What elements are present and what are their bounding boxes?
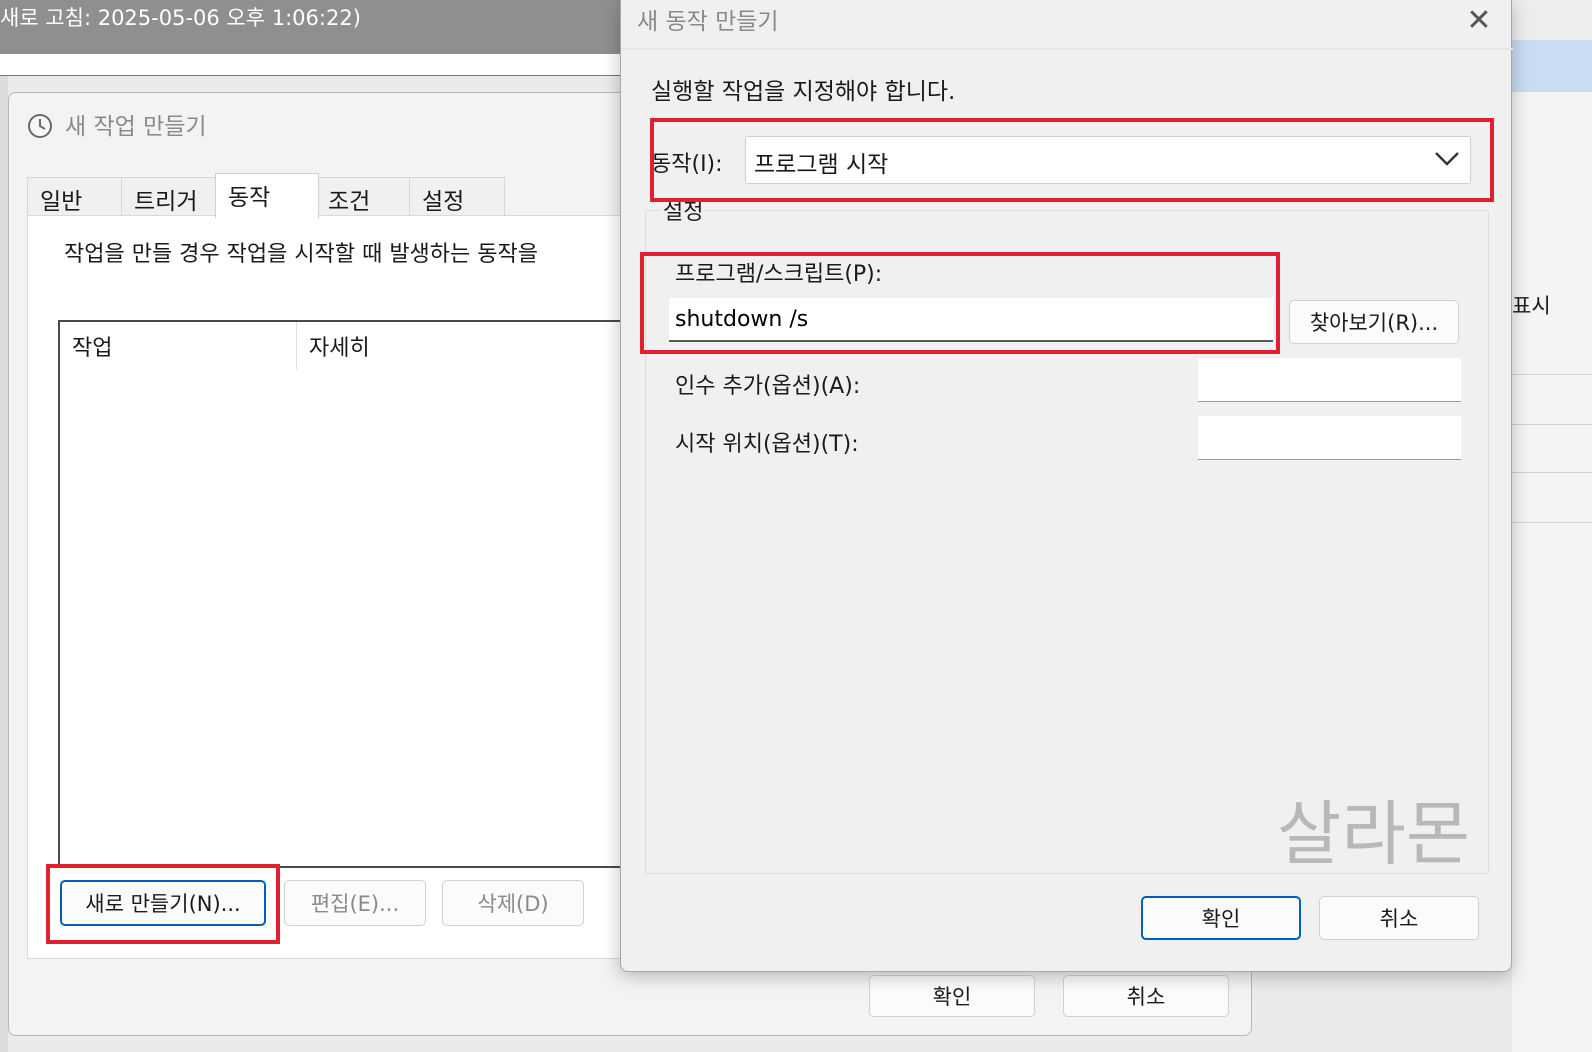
- chevron-down-icon: [1435, 152, 1459, 166]
- task-cancel-button[interactable]: 취소: [1063, 975, 1229, 1017]
- new-action-dialog-title: 새 동작 만들기: [637, 9, 779, 35]
- action-type-label: 동작(I):: [651, 152, 723, 177]
- browse-button[interactable]: 찾아보기(R)...: [1289, 300, 1459, 344]
- action-type-select[interactable]: 프로그램 시작: [745, 136, 1471, 184]
- new-action-dialog: 새 동작 만들기 ✕ 실행할 작업을 지정해야 합니다. 동작(I): 프로그램…: [620, 0, 1513, 972]
- action-type-value: 프로그램 시작: [754, 152, 889, 178]
- background-toolbar-strip: [0, 54, 640, 76]
- column-header-details[interactable]: 자세히: [296, 322, 596, 370]
- tab-triggers[interactable]: 트리거: [121, 177, 217, 217]
- start-in-input[interactable]: [1198, 416, 1461, 460]
- watermark: 살라몬: [1277, 793, 1471, 875]
- column-header-action[interactable]: 작업: [60, 322, 296, 370]
- cancel-button[interactable]: 취소: [1319, 896, 1479, 940]
- background-selected-row: [1512, 40, 1592, 92]
- create-task-dialog-title: 새 작업 만들기: [65, 114, 207, 140]
- new-action-button[interactable]: 새로 만들기(N)...: [60, 880, 266, 926]
- ok-button[interactable]: 확인: [1141, 896, 1301, 940]
- background-window-title: 새로 고침: 2025-05-06 오후 1:06:22): [0, 6, 361, 30]
- background-divider: [1512, 472, 1592, 473]
- action-instruction: 실행할 작업을 지정해야 합니다.: [651, 79, 956, 105]
- background-titlebar: 새로 고침: 2025-05-06 오후 1:06:22): [0, 0, 640, 54]
- tab-actions[interactable]: 동작: [215, 173, 319, 218]
- delete-action-button[interactable]: 삭제(D): [442, 880, 584, 926]
- arguments-label: 인수 추가(옵션)(A):: [675, 374, 861, 399]
- tab-conditions[interactable]: 조건: [315, 177, 411, 217]
- background-divider: [1512, 424, 1592, 425]
- background-left-edge: [0, 76, 8, 1052]
- actions-description: 작업을 만들 경우 작업을 시작할 때 발생하는 동작을: [64, 242, 538, 267]
- clock-icon: [28, 114, 52, 138]
- header-separator: [621, 48, 1513, 50]
- program-script-input[interactable]: [669, 298, 1273, 342]
- background-right-pane: 표시: [1512, 0, 1592, 1052]
- background-divider: [1512, 374, 1592, 375]
- tab-general[interactable]: 일반: [27, 177, 123, 217]
- tab-settings[interactable]: 설정: [409, 177, 505, 217]
- background-right-label: 표시: [1512, 294, 1551, 318]
- task-tab-bar: 일반 트리거 동작 조건 설정: [27, 173, 637, 218]
- start-in-label: 시작 위치(옵션)(T):: [675, 432, 859, 457]
- program-script-label: 프로그램/스크립트(P):: [675, 262, 883, 287]
- arguments-input[interactable]: [1198, 358, 1461, 402]
- edit-action-button[interactable]: 편집(E)...: [284, 880, 426, 926]
- close-icon[interactable]: ✕: [1457, 0, 1501, 40]
- task-ok-button[interactable]: 확인: [869, 975, 1035, 1017]
- background-right-header: [1512, 0, 1592, 40]
- settings-group-title: 설정: [661, 194, 706, 226]
- background-divider: [1512, 522, 1592, 523]
